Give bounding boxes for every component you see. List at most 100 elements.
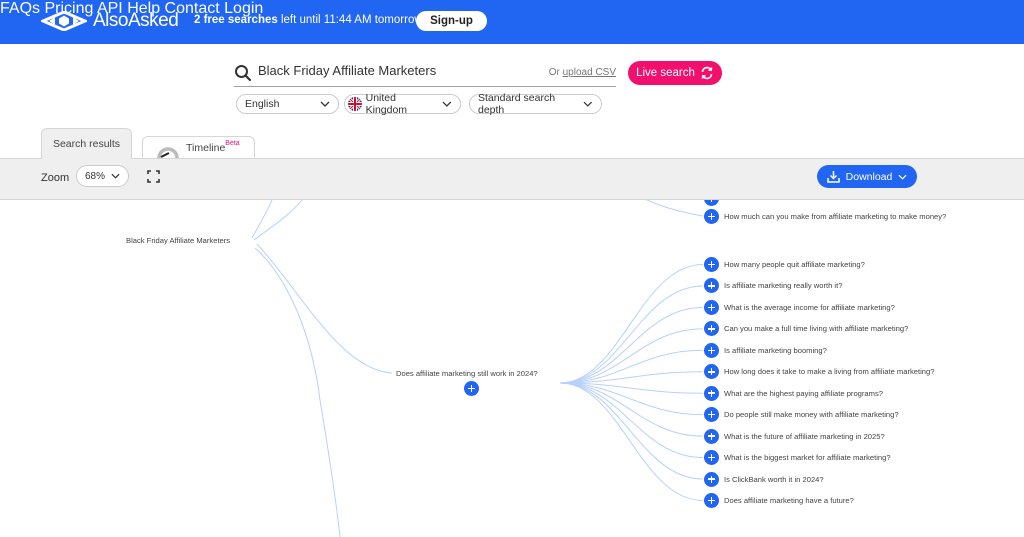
connector-line: [559, 382, 704, 459]
upload-prefix: Or: [548, 67, 563, 78]
download-button[interactable]: Download: [817, 165, 917, 188]
branch-node[interactable]: Does affiliate marketing still work in 2…: [396, 369, 538, 378]
connector-line: [253, 200, 303, 241]
question-node: Do people still make money with affiliat…: [704, 407, 899, 423]
connector-line: [559, 285, 704, 384]
connector-line: [559, 306, 704, 384]
tab-timeline-label: Timeline: [186, 142, 226, 154]
chevron-down-icon: [320, 101, 330, 107]
chevron-down-icon: [583, 101, 593, 107]
question-text[interactable]: How much can you make from affiliate mar…: [724, 212, 946, 221]
question-text[interactable]: Do people still make money with affiliat…: [724, 410, 899, 419]
question-node: How many people quit affiliate marketing…: [704, 257, 865, 272]
language-select[interactable]: English: [236, 94, 339, 114]
question-text[interactable]: Does affiliate marketing have a future?: [724, 496, 854, 505]
free-searches-message: 2 free searches left until 11:44 AM tomo…: [194, 14, 423, 26]
tab-search-results[interactable]: Search results: [41, 128, 132, 159]
question-node: How much can you make from affiliate mar…: [704, 209, 946, 224]
question-node: Does affiliate marketing have a future?: [704, 492, 854, 508]
connector-line: [645, 200, 704, 217]
zoom-value: 68%: [85, 170, 106, 182]
question-text[interactable]: Is affiliate marketing really worth it?: [724, 281, 842, 290]
tab-search-results-label: Search results: [52, 138, 121, 150]
question-node: Is affiliate marketing really worth it?: [704, 278, 842, 294]
free-rest: left until 11:44 AM tomorrow: [277, 14, 423, 26]
connector-line: [254, 247, 341, 537]
expand-button[interactable]: [704, 428, 719, 444]
expand-button[interactable]: [704, 299, 719, 315]
expand-button[interactable]: [704, 321, 719, 337]
question-node: Is ClickBank worth it in 2024?: [704, 471, 824, 487]
connector-line: [559, 264, 704, 384]
question-node: Is affiliate marketing booming?: [704, 342, 827, 358]
question-text[interactable]: What are the highest paying affiliate pr…: [724, 389, 883, 398]
region-select[interactable]: United Kingdom: [344, 92, 461, 116]
root-node[interactable]: Black Friday Affiliate Marketers: [126, 236, 230, 245]
connector-line: [251, 200, 273, 239]
uk-flag-icon: [348, 97, 362, 111]
question-text[interactable]: How long does it take to make a living f…: [724, 367, 934, 376]
fullscreen-icon[interactable]: [147, 170, 160, 183]
expand-button[interactable]: [704, 450, 719, 466]
upload-csv-link[interactable]: upload CSV: [563, 67, 616, 78]
mindmap-canvas[interactable]: Black Friday Affiliate Marketers How muc…: [0, 200, 1024, 537]
region-value: United Kingdom: [365, 92, 408, 116]
live-search-button[interactable]: Live search: [628, 61, 722, 85]
search-depth-select[interactable]: Standard search depth: [469, 92, 602, 116]
results-toolbar: Zoom 68% Download: [0, 158, 1024, 200]
expand-button[interactable]: [704, 278, 719, 294]
refresh-icon: [701, 66, 713, 80]
question-text[interactable]: What is the average income for affiliate…: [724, 303, 895, 312]
top-nav-bar: AlsoAsked 2 free searches left until 11:…: [0, 0, 1024, 44]
chevron-down-icon: [898, 174, 907, 180]
question-text[interactable]: What is the biggest market for affiliate…: [724, 453, 891, 462]
zoom-label: Zoom: [41, 172, 70, 184]
question-text[interactable]: Is affiliate marketing booming?: [724, 346, 827, 355]
brand-name: AlsoAsked: [93, 10, 179, 31]
search-bar: Or upload CSV: [234, 60, 616, 87]
live-search-label: Live search: [636, 67, 695, 79]
question-node: What is the average income for affiliate…: [704, 299, 895, 315]
expand-button[interactable]: [704, 209, 719, 224]
question-text[interactable]: Is ClickBank worth it in 2024?: [724, 475, 824, 484]
chevron-down-icon: [442, 101, 452, 107]
connector-line: [256, 243, 393, 374]
logo[interactable]: AlsoAsked: [41, 10, 179, 32]
connector-line: [559, 382, 704, 437]
question-node: Can you make a full time living with aff…: [704, 321, 908, 337]
free-count: 2 free searches: [194, 14, 278, 26]
language-value: English: [245, 98, 280, 110]
expand-button[interactable]: [704, 342, 719, 358]
nav-faqs[interactable]: FAQs: [0, 0, 40, 17]
search-input[interactable]: [258, 63, 538, 78]
expand-button[interactable]: [704, 385, 719, 401]
search-depth-value: Standard search depth: [478, 92, 556, 116]
download-label: Download: [845, 170, 893, 183]
zoom-select[interactable]: 68%: [76, 165, 129, 187]
signup-button[interactable]: Sign-up: [416, 11, 487, 31]
question-node: How long does it take to make a living f…: [704, 364, 934, 380]
tab-timeline[interactable]: Timeline Beta: [142, 136, 255, 159]
alsoasked-eye-icon: [41, 11, 87, 31]
branch-expand-button[interactable]: [464, 381, 479, 396]
question-text[interactable]: Can you make a full time living with aff…: [724, 324, 908, 333]
search-icon: [235, 65, 252, 82]
download-icon: [826, 171, 840, 183]
beta-badge: Beta: [225, 139, 240, 147]
connector-line: [559, 382, 704, 480]
expand-button[interactable]: [704, 257, 719, 272]
connector-line: [559, 382, 704, 501]
upload-csv: Or upload CSV: [549, 67, 616, 78]
expand-button[interactable]: [704, 492, 719, 508]
chevron-down-icon: [111, 173, 120, 179]
connector-line: [559, 328, 704, 384]
gauge-icon: [157, 146, 179, 158]
question-node: What is the biggest market for affiliate…: [704, 450, 891, 466]
question-node: What is the future of affiliate marketin…: [704, 428, 885, 444]
question-text[interactable]: What is the future of affiliate marketin…: [724, 432, 885, 441]
expand-button[interactable]: [704, 364, 719, 380]
expand-button[interactable]: [704, 471, 719, 487]
question-text[interactable]: How many people quit affiliate marketing…: [724, 260, 865, 269]
question-node: What are the highest paying affiliate pr…: [704, 385, 883, 401]
expand-button[interactable]: [704, 407, 719, 423]
